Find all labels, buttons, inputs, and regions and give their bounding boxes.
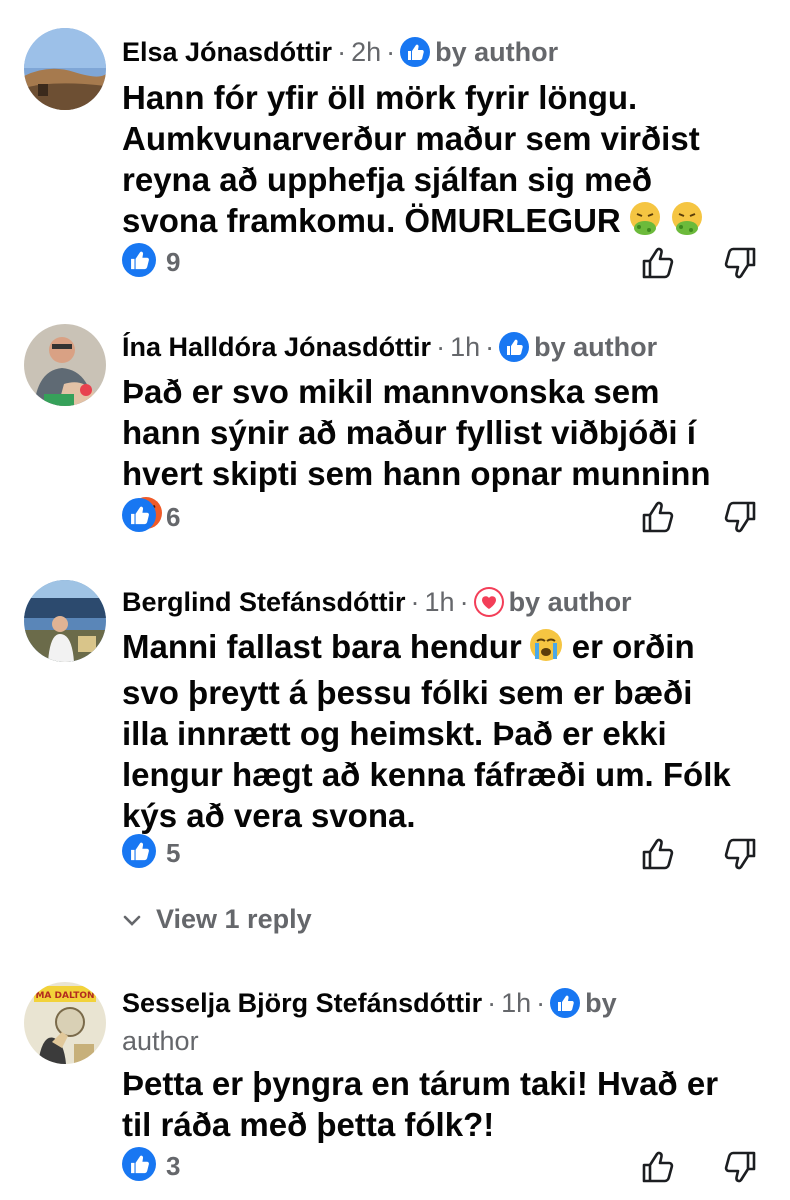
view-replies-label: View 1 reply <box>156 904 312 934</box>
avatar[interactable]: MA DALTON <box>24 982 106 1064</box>
author-like-badge-icon <box>550 988 581 1025</box>
like-reaction-icon <box>122 1146 156 1186</box>
avatar[interactable] <box>24 28 106 110</box>
like-reaction-icon <box>122 497 156 537</box>
like-reaction-icon <box>122 833 156 873</box>
comment-text: Hann fór yfir öll mörk fyrir löngu. Aumk… <box>122 77 740 246</box>
comment-header: Ína Halldóra Jónasdóttir · 1h · by author <box>122 331 750 369</box>
like-count: 3 <box>166 1150 181 1181</box>
comment-time[interactable]: 1h <box>501 988 531 1018</box>
svg-text:MA DALTON: MA DALTON <box>35 991 94 1001</box>
comment-time[interactable]: 2h <box>351 37 381 67</box>
chevron-down-icon <box>122 904 142 935</box>
nauseated-face-icon <box>669 201 705 246</box>
commenter-name[interactable]: Berglind Stefánsdóttir <box>122 587 406 617</box>
like-count: 5 <box>166 837 181 868</box>
comment-header: Berglind Stefánsdóttir · 1h · by author <box>122 586 750 624</box>
by-author-label-continued: author <box>122 1026 199 1056</box>
downvote-icon[interactable] <box>720 243 760 283</box>
downvote-icon[interactable] <box>720 1147 760 1187</box>
avatar[interactable] <box>24 580 106 662</box>
reaction-summary[interactable]: 3 <box>122 1146 181 1186</box>
author-love-badge-icon <box>473 587 504 624</box>
reaction-summary[interactable]: 5 <box>122 833 181 873</box>
by-author-label: by author <box>534 332 658 362</box>
upvote-icon[interactable] <box>638 1147 678 1187</box>
like-count: 6 <box>166 501 181 532</box>
like-reaction-icon <box>122 242 156 282</box>
commenter-name[interactable]: Sesselja Björg Stefánsdóttir <box>122 988 482 1018</box>
reaction-summary[interactable]: 9 <box>122 242 181 282</box>
by-author-label: by <box>585 988 617 1018</box>
by-author-label: by author <box>435 37 559 67</box>
upvote-icon[interactable] <box>638 243 678 283</box>
downvote-icon[interactable] <box>720 834 760 874</box>
comment-text: Þetta er þyngra en tárum taki! Hvað er t… <box>122 1065 719 1143</box>
upvote-icon[interactable] <box>638 497 678 537</box>
author-like-badge-icon <box>400 37 431 74</box>
like-count: 9 <box>166 246 181 277</box>
reaction-summary[interactable]: 6 <box>122 497 181 537</box>
commenter-name[interactable]: Elsa Jónasdóttir <box>122 37 332 67</box>
nauseated-face-icon <box>627 201 663 246</box>
commenter-name[interactable]: Ína Halldóra Jónasdóttir <box>122 332 431 362</box>
comment-time[interactable]: 1h <box>425 587 455 617</box>
comment-text: Manni fallast bara hendur er orðin svo þr… <box>122 627 731 834</box>
author-like-badge-icon <box>499 332 530 369</box>
by-author-label: by author <box>508 587 632 617</box>
view-replies-button[interactable]: View 1 reply <box>122 904 312 935</box>
comment-header: Elsa Jónasdóttir · 2h · by author <box>122 36 750 74</box>
comment-time[interactable]: 1h <box>450 332 480 362</box>
upvote-icon[interactable] <box>638 834 678 874</box>
downvote-icon[interactable] <box>720 497 760 537</box>
comment-header: Sesselja Björg Stefánsdóttir · 1h · by author <box>122 988 617 1056</box>
loudly-crying-face-icon <box>528 627 564 672</box>
avatar[interactable] <box>24 324 106 406</box>
